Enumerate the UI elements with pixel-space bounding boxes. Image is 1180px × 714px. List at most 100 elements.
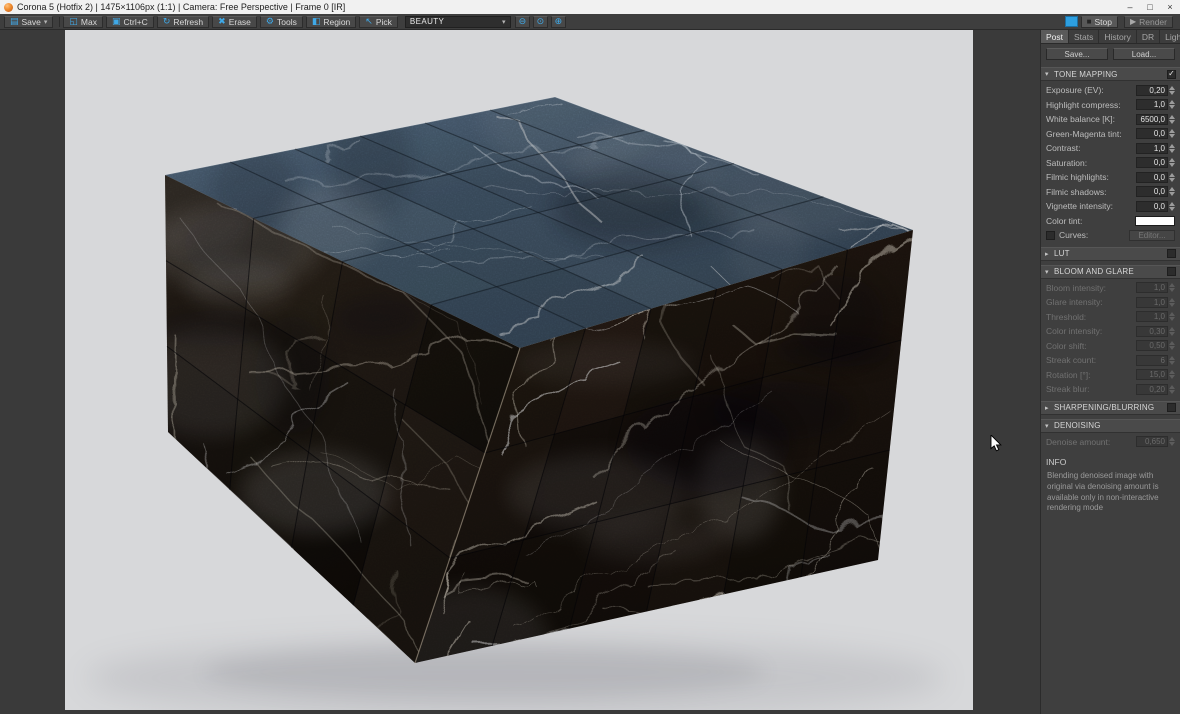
sharpening-checkbox[interactable] xyxy=(1167,403,1176,412)
spinner-up-icon[interactable] xyxy=(1169,115,1175,119)
tab-dr[interactable]: DR xyxy=(1137,30,1160,43)
close-button[interactable]: × xyxy=(1160,0,1180,14)
param-spinner[interactable]: 6500,0 xyxy=(1136,114,1175,125)
tone-mapping-checkbox[interactable]: ✓ xyxy=(1167,70,1176,79)
save-settings-button[interactable]: Save... xyxy=(1046,48,1108,60)
param-spinner[interactable]: 1,0 xyxy=(1136,143,1175,154)
spinner-down-icon[interactable] xyxy=(1169,207,1175,211)
spinner-value[interactable]: 0,0 xyxy=(1136,201,1168,212)
spinner-up-icon[interactable] xyxy=(1169,158,1175,162)
spinner-down-icon[interactable] xyxy=(1169,163,1175,167)
spinner-down-icon[interactable] xyxy=(1169,288,1175,292)
spinner-up-icon[interactable] xyxy=(1169,385,1175,389)
zoom-in-button[interactable]: ⊕ xyxy=(551,16,566,28)
section-header-lut[interactable]: ▸ LUT xyxy=(1041,247,1180,261)
spinner-value[interactable]: 15,0 xyxy=(1136,369,1168,380)
param-spinner[interactable]: 1,0 xyxy=(1136,311,1175,322)
spinner-value[interactable]: 1,0 xyxy=(1136,311,1168,322)
spinner-value[interactable]: 0,20 xyxy=(1136,384,1168,395)
spinner-up-icon[interactable] xyxy=(1169,129,1175,133)
spinner-value[interactable]: 0,0 xyxy=(1136,186,1168,197)
param-spinner[interactable]: 0,0 xyxy=(1136,157,1175,168)
spinner-arrows[interactable] xyxy=(1169,312,1175,321)
curves-checkbox[interactable] xyxy=(1046,231,1055,240)
spinner-value[interactable]: 1,0 xyxy=(1136,297,1168,308)
spinner-arrows[interactable] xyxy=(1169,202,1175,211)
pick-button[interactable]: ↖ Pick xyxy=(359,16,398,28)
param-spinner[interactable]: 0,50 xyxy=(1136,340,1175,351)
spinner-up-icon[interactable] xyxy=(1169,327,1175,331)
spinner-up-icon[interactable] xyxy=(1169,437,1175,441)
spinner-arrows[interactable] xyxy=(1169,341,1175,350)
spinner-up-icon[interactable] xyxy=(1169,100,1175,104)
param-spinner[interactable]: 1,0 xyxy=(1136,297,1175,308)
spinner-up-icon[interactable] xyxy=(1169,173,1175,177)
spinner-value[interactable]: 6 xyxy=(1136,355,1168,366)
spinner-value[interactable]: 0,50 xyxy=(1136,340,1168,351)
spinner-value[interactable]: 0,30 xyxy=(1136,326,1168,337)
spinner-arrows[interactable] xyxy=(1169,158,1175,167)
region-button[interactable]: ◧ Region xyxy=(306,16,356,28)
spinner-down-icon[interactable] xyxy=(1169,317,1175,321)
spinner-down-icon[interactable] xyxy=(1169,149,1175,153)
load-settings-button[interactable]: Load... xyxy=(1113,48,1175,60)
spinner-value[interactable]: 0,650 xyxy=(1136,436,1168,447)
spinner-value[interactable]: 1,0 xyxy=(1136,282,1168,293)
param-spinner[interactable]: 1,0 xyxy=(1136,99,1175,110)
minimize-button[interactable]: – xyxy=(1120,0,1140,14)
spinner-value[interactable]: 6500,0 xyxy=(1136,114,1168,125)
spinner-value[interactable]: 0,20 xyxy=(1136,85,1168,96)
spinner-up-icon[interactable] xyxy=(1169,356,1175,360)
param-spinner[interactable]: 0,20 xyxy=(1136,384,1175,395)
spinner-up-icon[interactable] xyxy=(1169,341,1175,345)
spinner-down-icon[interactable] xyxy=(1169,346,1175,350)
spinner-down-icon[interactable] xyxy=(1169,375,1175,379)
spinner-value[interactable]: 0,0 xyxy=(1136,172,1168,183)
spinner-down-icon[interactable] xyxy=(1169,442,1175,446)
spinner-down-icon[interactable] xyxy=(1169,390,1175,394)
spinner-up-icon[interactable] xyxy=(1169,202,1175,206)
spinner-up-icon[interactable] xyxy=(1169,144,1175,148)
spinner-down-icon[interactable] xyxy=(1169,178,1175,182)
maximize-button[interactable]: □ xyxy=(1140,0,1160,14)
color-tint-swatch[interactable] xyxy=(1135,216,1175,226)
save-button[interactable]: ▤ Save ▾ xyxy=(4,16,53,28)
section-header-bloom-glare[interactable]: ▾ BLOOM AND GLARE xyxy=(1041,265,1180,279)
spinner-down-icon[interactable] xyxy=(1169,361,1175,365)
spinner-up-icon[interactable] xyxy=(1169,187,1175,191)
spinner-down-icon[interactable] xyxy=(1169,192,1175,196)
spinner-value[interactable]: 0,0 xyxy=(1136,128,1168,139)
param-spinner[interactable]: 0,650 xyxy=(1136,436,1175,447)
render-progress-tile[interactable] xyxy=(1065,16,1078,27)
zoom-out-button[interactable]: ⊖ xyxy=(515,16,530,28)
spinner-up-icon[interactable] xyxy=(1169,298,1175,302)
spinner-arrows[interactable] xyxy=(1169,356,1175,365)
spinner-arrows[interactable] xyxy=(1169,385,1175,394)
spinner-up-icon[interactable] xyxy=(1169,312,1175,316)
section-header-denoising[interactable]: ▾ DENOISING xyxy=(1041,419,1180,433)
tab-post[interactable]: Post xyxy=(1041,30,1069,43)
param-spinner[interactable]: 6 xyxy=(1136,355,1175,366)
section-header-tone-mapping[interactable]: ▾ TONE MAPPING ✓ xyxy=(1041,67,1180,81)
bloom-glare-checkbox[interactable] xyxy=(1167,267,1176,276)
spinner-arrows[interactable] xyxy=(1169,115,1175,124)
tools-button[interactable]: ⚙ Tools xyxy=(260,16,303,28)
spinner-down-icon[interactable] xyxy=(1169,134,1175,138)
spinner-arrows[interactable] xyxy=(1169,100,1175,109)
lut-checkbox[interactable] xyxy=(1167,249,1176,258)
zoom-reset-button[interactable]: ⊙ xyxy=(533,16,548,28)
spinner-down-icon[interactable] xyxy=(1169,332,1175,336)
spinner-value[interactable]: 1,0 xyxy=(1136,143,1168,154)
param-spinner[interactable]: 1,0 xyxy=(1136,282,1175,293)
spinner-up-icon[interactable] xyxy=(1169,283,1175,287)
refresh-button[interactable]: ↻ Refresh xyxy=(157,16,209,28)
tab-stats[interactable]: Stats xyxy=(1069,30,1099,43)
param-spinner[interactable]: 0,0 xyxy=(1136,201,1175,212)
spinner-up-icon[interactable] xyxy=(1169,86,1175,90)
param-spinner[interactable]: 0,0 xyxy=(1136,172,1175,183)
copy-button[interactable]: ▣ Ctrl+C xyxy=(106,16,154,28)
param-spinner[interactable]: 0,0 xyxy=(1136,186,1175,197)
spinner-down-icon[interactable] xyxy=(1169,91,1175,95)
spinner-down-icon[interactable] xyxy=(1169,120,1175,124)
spinner-down-icon[interactable] xyxy=(1169,303,1175,307)
